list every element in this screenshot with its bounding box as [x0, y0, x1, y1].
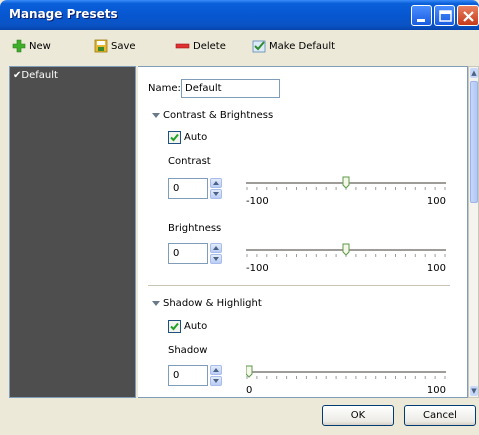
check-default-icon: [252, 40, 266, 53]
contrast-stepper[interactable]: 0: [168, 178, 222, 199]
brightness-stepper[interactable]: 0: [168, 243, 222, 264]
slider-track[interactable]: [246, 243, 446, 263]
make-default-button[interactable]: Make Default: [252, 38, 335, 54]
name-input[interactable]: [181, 79, 280, 98]
contrast-label: Contrast: [168, 156, 211, 167]
save-label: Save: [111, 40, 136, 52]
contrast-slider[interactable]: -100 100: [246, 176, 446, 208]
increment-button[interactable]: [210, 365, 222, 375]
max-label: 100: [426, 385, 446, 396]
auto-checkbox[interactable]: [168, 131, 181, 144]
shadow-highlight-auto[interactable]: Auto: [168, 320, 207, 333]
brightness-label: Brightness: [168, 223, 222, 234]
toolbar: New Save Delete Make Default: [0, 30, 479, 60]
shadow-value[interactable]: 0: [168, 365, 208, 386]
min-label: 0: [246, 385, 253, 396]
tick-marks: [246, 376, 446, 379]
collapse-arrow-icon: [152, 112, 160, 118]
minus-icon: [175, 43, 190, 49]
make-default-label: Make Default: [269, 40, 336, 52]
decrement-button[interactable]: [210, 189, 222, 199]
checkmark-icon: [170, 322, 179, 331]
contrast-brightness-section-toggle[interactable]: Contrast & Brightness: [152, 110, 273, 121]
collapse-arrow-icon: [152, 300, 160, 306]
slider-track[interactable]: [245, 365, 446, 385]
close-button[interactable]: [457, 5, 479, 26]
slider-thumb[interactable]: [342, 243, 350, 256]
ok-button[interactable]: OK: [322, 405, 394, 426]
slider-thumb[interactable]: [342, 176, 350, 189]
decrement-button[interactable]: [210, 254, 222, 264]
max-label: 100: [426, 263, 446, 274]
scroll-down-button[interactable]: ▼: [470, 386, 478, 396]
preset-settings-panel: Name: Contrast & Brightness Auto Contras…: [138, 66, 468, 398]
floppy-icon: [94, 39, 108, 53]
delete-label: Delete: [193, 40, 226, 52]
close-icon: [463, 11, 474, 22]
minimize-icon: [417, 19, 425, 22]
delete-button[interactable]: Delete: [175, 38, 226, 54]
section-title: Shadow & Highlight: [163, 298, 262, 309]
slider-track[interactable]: [246, 176, 446, 196]
minimize-button[interactable]: [411, 5, 432, 26]
increment-button[interactable]: [210, 178, 222, 188]
cancel-button[interactable]: Cancel: [404, 405, 476, 426]
manage-presets-window: Manage Presets New Save Delete Make Defa…: [0, 0, 479, 435]
brightness-slider[interactable]: -100 100: [246, 243, 446, 275]
shadow-label: Shadow: [168, 345, 208, 356]
down-arrow-icon: [213, 257, 219, 261]
auto-label: Auto: [184, 321, 208, 332]
min-label: -100: [246, 263, 269, 274]
plus-icon: [12, 39, 26, 53]
name-label: Name:: [148, 83, 181, 94]
vertical-scrollbar[interactable]: ▲ ▼: [468, 66, 479, 398]
up-arrow-icon: [213, 181, 219, 185]
maximize-icon: [439, 10, 452, 22]
decrement-button[interactable]: [210, 376, 222, 386]
checkmark-icon: [170, 133, 179, 142]
slider-thumb[interactable]: [245, 365, 253, 378]
preset-item-label: Default: [21, 70, 58, 81]
increment-button[interactable]: [210, 243, 222, 253]
slider-thumb-shape: [342, 243, 350, 256]
max-label: 100: [426, 196, 446, 207]
save-button[interactable]: Save: [94, 38, 136, 54]
preset-item-default[interactable]: ✔Default: [13, 70, 58, 81]
min-label: -100: [246, 196, 269, 207]
maximize-button[interactable]: [434, 5, 455, 26]
shadow-slider[interactable]: 0 100: [245, 365, 446, 397]
contrast-value[interactable]: 0: [168, 178, 208, 199]
slider-thumb-shape: [245, 365, 253, 378]
title-bar[interactable]: Manage Presets: [0, 0, 479, 30]
down-arrow-icon: [213, 379, 219, 383]
section-divider: [148, 285, 450, 286]
auto-label: Auto: [184, 132, 208, 143]
shadow-stepper[interactable]: 0: [168, 365, 222, 386]
slider-thumb-shape: [342, 176, 350, 189]
brightness-value[interactable]: 0: [168, 243, 208, 264]
up-arrow-icon: [213, 368, 219, 372]
new-button[interactable]: New: [12, 38, 51, 54]
scroll-thumb[interactable]: [470, 81, 478, 203]
shadow-highlight-section-toggle[interactable]: Shadow & Highlight: [152, 298, 262, 309]
window-title: Manage Presets: [9, 7, 118, 21]
down-arrow-icon: [213, 192, 219, 196]
contrast-brightness-auto[interactable]: Auto: [168, 131, 207, 144]
new-label: New: [29, 40, 51, 52]
section-title: Contrast & Brightness: [163, 110, 274, 121]
scroll-up-button[interactable]: ▲: [470, 68, 478, 78]
up-arrow-icon: [213, 246, 219, 250]
auto-checkbox[interactable]: [168, 320, 181, 333]
preset-list: ✔Default: [9, 66, 136, 398]
